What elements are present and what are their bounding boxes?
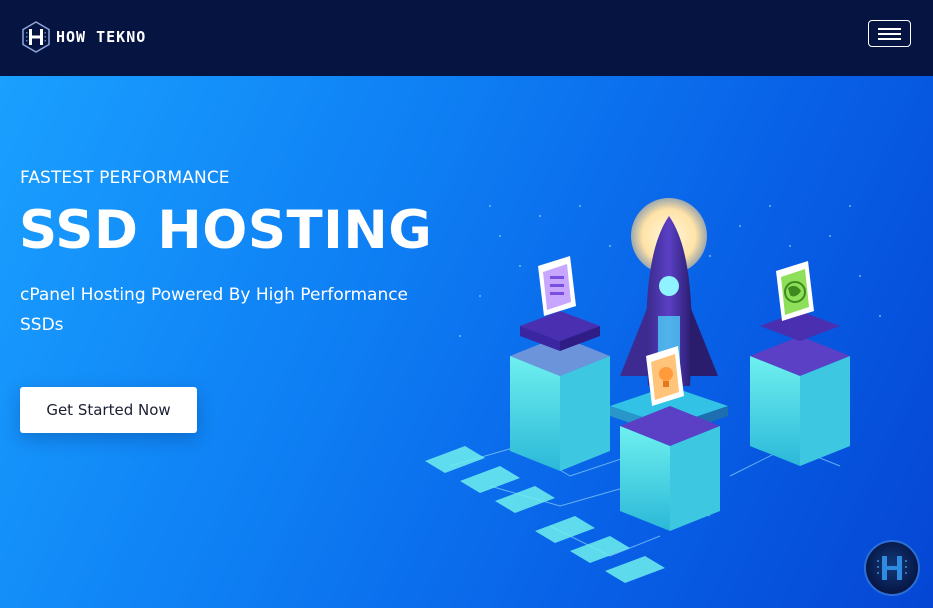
- brand-logo-link[interactable]: HOW TEKNO: [22, 21, 146, 53]
- server-rocket-illustration: [425, 198, 881, 583]
- brand-name: HOW TEKNO: [56, 28, 147, 46]
- hero-headline: SSD HOSTING: [19, 200, 433, 261]
- rocket-icon: [610, 216, 728, 436]
- hamburger-menu-icon: [878, 28, 901, 30]
- hero-eyebrow: FASTEST PERFORMANCE: [20, 168, 230, 188]
- hexagon-h-logo-icon: [22, 21, 50, 53]
- server-icon: [538, 256, 576, 316]
- hero-section: FASTEST PERFORMANCE SSD HOSTING cPanel H…: [0, 76, 933, 608]
- get-started-button[interactable]: Get Started Now: [20, 387, 197, 433]
- globe-icon: [776, 261, 814, 321]
- hamburger-menu-button[interactable]: [868, 20, 911, 47]
- page: HOW TEKNO FASTEST PERFORMANCE SSD HOSTIN…: [0, 0, 933, 608]
- hexagon-h-logo-icon: [877, 556, 907, 580]
- server-tower-right: [750, 261, 850, 466]
- floating-logo-button[interactable]: [864, 540, 920, 596]
- hero-subtitle: cPanel Hosting Powered By High Performan…: [20, 285, 409, 335]
- site-header: HOW TEKNO: [0, 0, 933, 76]
- lightbulb-icon: [646, 346, 684, 406]
- server-tower-left: [510, 256, 610, 471]
